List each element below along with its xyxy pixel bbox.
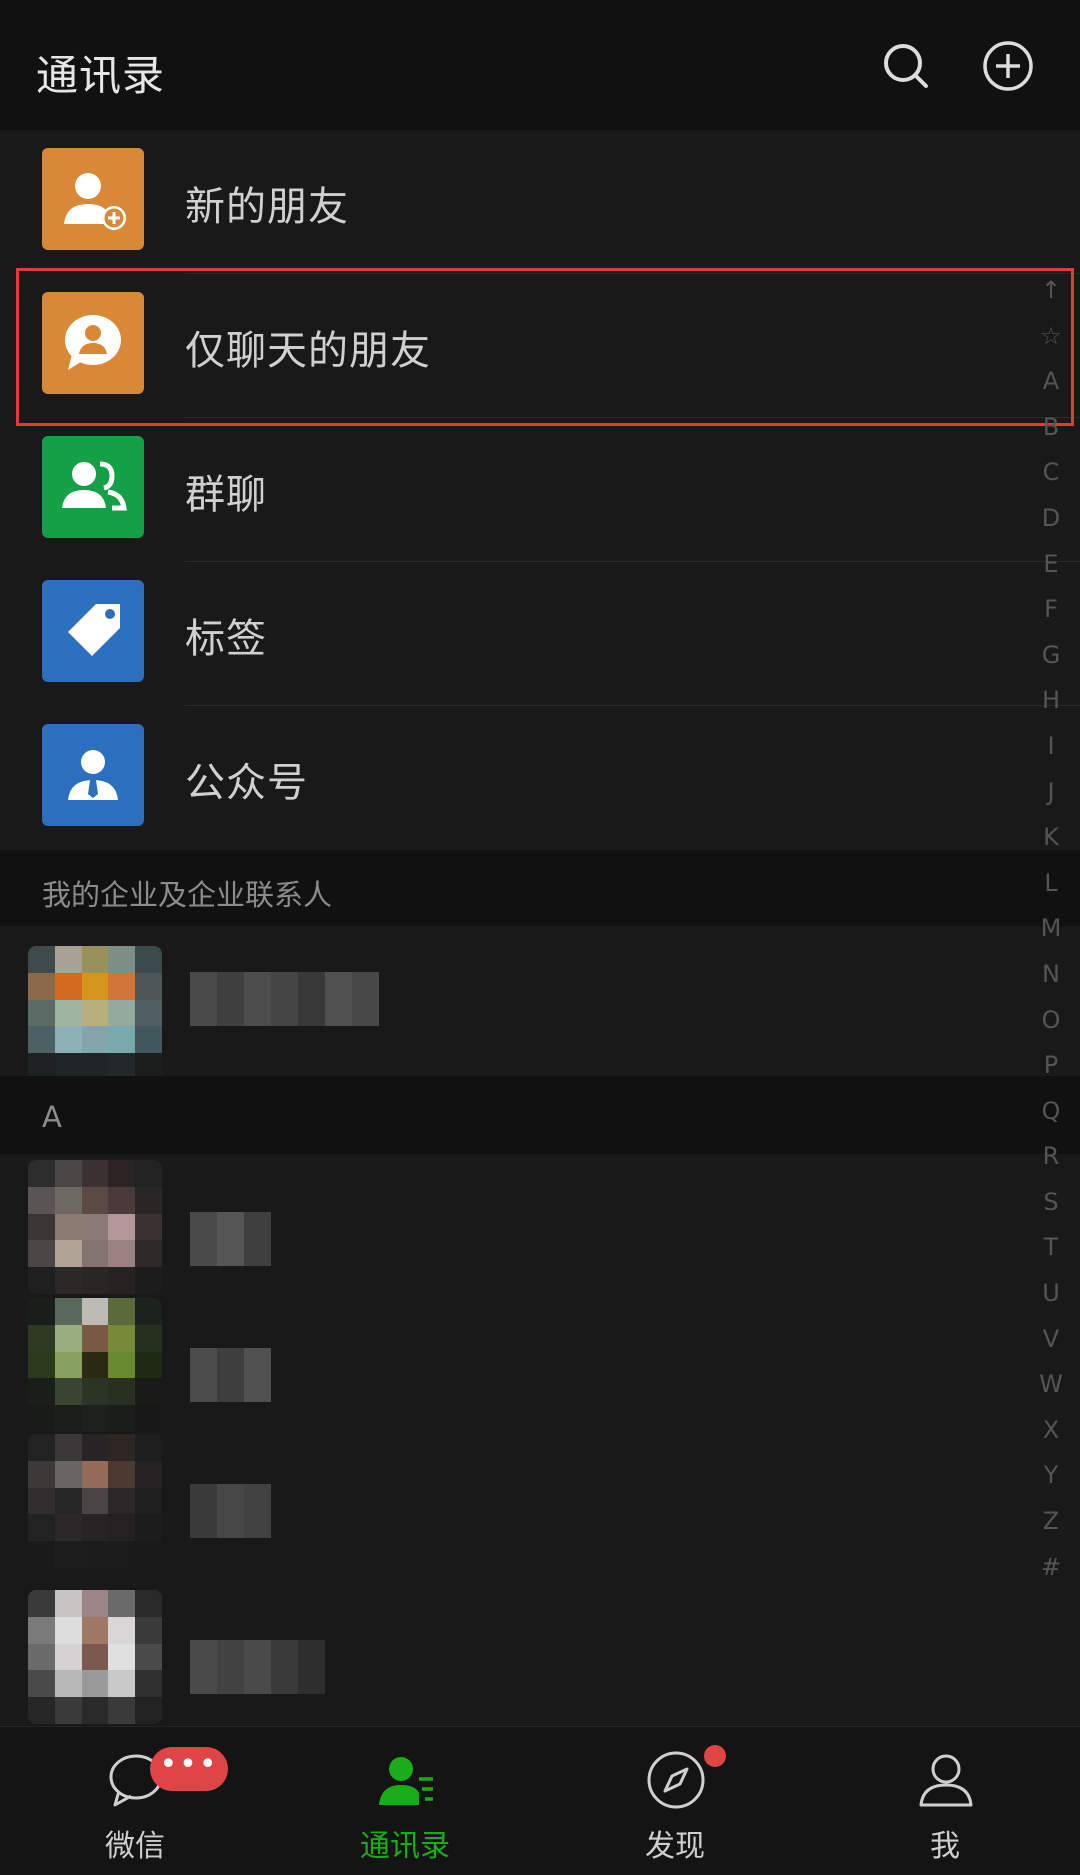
avatar bbox=[28, 1160, 162, 1294]
tab-discover[interactable]: 发现 bbox=[540, 1727, 810, 1875]
group-chats-label: 群聊 bbox=[185, 472, 267, 518]
index-letter[interactable]: K bbox=[1030, 815, 1072, 861]
compass-icon bbox=[645, 1749, 707, 1811]
index-letter[interactable]: S bbox=[1030, 1180, 1072, 1226]
tags-label: 标签 bbox=[185, 616, 267, 662]
index-letter[interactable]: Z bbox=[1030, 1499, 1072, 1545]
tab-label: 发现 bbox=[645, 1829, 705, 1864]
unread-badge: ••• bbox=[150, 1747, 228, 1791]
contact-name-blurred bbox=[190, 1640, 325, 1694]
tab-chats[interactable]: ••• 微信 bbox=[0, 1727, 270, 1875]
official-account-icon bbox=[42, 724, 144, 826]
index-letter[interactable]: ☆ bbox=[1030, 314, 1072, 360]
new-friends-item[interactable]: 新的朋友 bbox=[0, 130, 1080, 274]
index-letter[interactable]: G bbox=[1030, 633, 1072, 679]
tab-label: 通讯录 bbox=[360, 1829, 450, 1864]
index-letter[interactable]: Y bbox=[1030, 1453, 1072, 1499]
index-letter[interactable]: O bbox=[1030, 998, 1072, 1044]
index-letter[interactable]: H bbox=[1030, 678, 1072, 724]
index-letter[interactable]: R bbox=[1030, 1134, 1072, 1180]
enterprise-contact-item[interactable] bbox=[0, 926, 1080, 1080]
tab-label: 微信 bbox=[105, 1829, 165, 1864]
index-letter[interactable]: M bbox=[1030, 906, 1072, 952]
index-letter[interactable]: U bbox=[1030, 1271, 1072, 1317]
section-header-a: A bbox=[0, 1076, 1080, 1154]
search-icon[interactable] bbox=[878, 38, 934, 94]
index-letter[interactable]: P bbox=[1030, 1043, 1072, 1089]
index-letter[interactable]: L bbox=[1030, 861, 1072, 907]
contact-item[interactable] bbox=[0, 1434, 1080, 1570]
index-letter[interactable]: # bbox=[1030, 1545, 1072, 1591]
alphabet-index-bar[interactable]: ↑ ☆ A B C D E F G H I J K L M N O P Q R S T U V W X Y Z # bbox=[1030, 268, 1072, 1590]
person-icon bbox=[915, 1749, 977, 1811]
index-letter[interactable]: ↑ bbox=[1030, 268, 1072, 314]
contact-name-blurred bbox=[190, 1212, 271, 1266]
tab-contacts[interactable]: 通讯录 bbox=[270, 1727, 540, 1875]
avatar bbox=[28, 946, 162, 1080]
official-accounts-label: 公众号 bbox=[185, 760, 308, 806]
page-title: 通讯录 bbox=[36, 51, 166, 100]
tags-item[interactable]: 标签 bbox=[0, 562, 1080, 706]
index-letter[interactable]: E bbox=[1030, 542, 1072, 588]
contact-name-blurred bbox=[190, 1348, 271, 1402]
tag-icon bbox=[42, 580, 144, 682]
notification-dot bbox=[704, 1745, 726, 1767]
tab-me[interactable]: 我 bbox=[810, 1727, 1080, 1875]
contact-name-blurred bbox=[190, 972, 379, 1026]
section-title: 我的企业及企业联系人 bbox=[42, 878, 333, 912]
index-letter[interactable]: V bbox=[1030, 1317, 1072, 1363]
official-accounts-item[interactable]: 公众号 bbox=[0, 706, 1080, 850]
add-circle-icon[interactable] bbox=[980, 38, 1036, 94]
index-letter[interactable]: W bbox=[1030, 1362, 1072, 1408]
avatar bbox=[28, 1590, 162, 1724]
avatar bbox=[28, 1434, 162, 1568]
contact-name-blurred bbox=[190, 1484, 271, 1538]
index-letter[interactable]: Q bbox=[1030, 1089, 1072, 1135]
add-friend-icon bbox=[42, 148, 144, 250]
highlight-box bbox=[16, 268, 1074, 426]
contact-item[interactable] bbox=[0, 1298, 1080, 1434]
contacts-icon bbox=[375, 1749, 437, 1811]
index-letter[interactable]: X bbox=[1030, 1408, 1072, 1454]
index-letter[interactable]: B bbox=[1030, 405, 1072, 451]
index-letter[interactable]: F bbox=[1030, 587, 1072, 633]
avatar bbox=[28, 1298, 162, 1432]
index-letter[interactable]: C bbox=[1030, 450, 1072, 496]
index-letter[interactable]: J bbox=[1030, 770, 1072, 816]
section-letter: A bbox=[42, 1100, 62, 1134]
tab-label: 我 bbox=[930, 1829, 960, 1864]
index-letter[interactable]: D bbox=[1030, 496, 1072, 542]
index-letter[interactable]: T bbox=[1030, 1225, 1072, 1271]
contact-item[interactable] bbox=[0, 1154, 1080, 1298]
bottom-tab-bar: ••• 微信 通讯录 发现 我 bbox=[0, 1726, 1080, 1875]
contact-item[interactable] bbox=[0, 1570, 1080, 1726]
index-letter[interactable]: A bbox=[1030, 359, 1072, 405]
index-letter[interactable]: I bbox=[1030, 724, 1072, 770]
new-friends-label: 新的朋友 bbox=[185, 184, 349, 230]
top-bar: 通讯录 bbox=[0, 0, 1080, 130]
section-header-enterprise: 我的企业及企业联系人 bbox=[0, 850, 1080, 926]
index-letter[interactable]: N bbox=[1030, 952, 1072, 998]
group-chats-item[interactable]: 群聊 bbox=[0, 418, 1080, 562]
group-chat-icon bbox=[42, 436, 144, 538]
